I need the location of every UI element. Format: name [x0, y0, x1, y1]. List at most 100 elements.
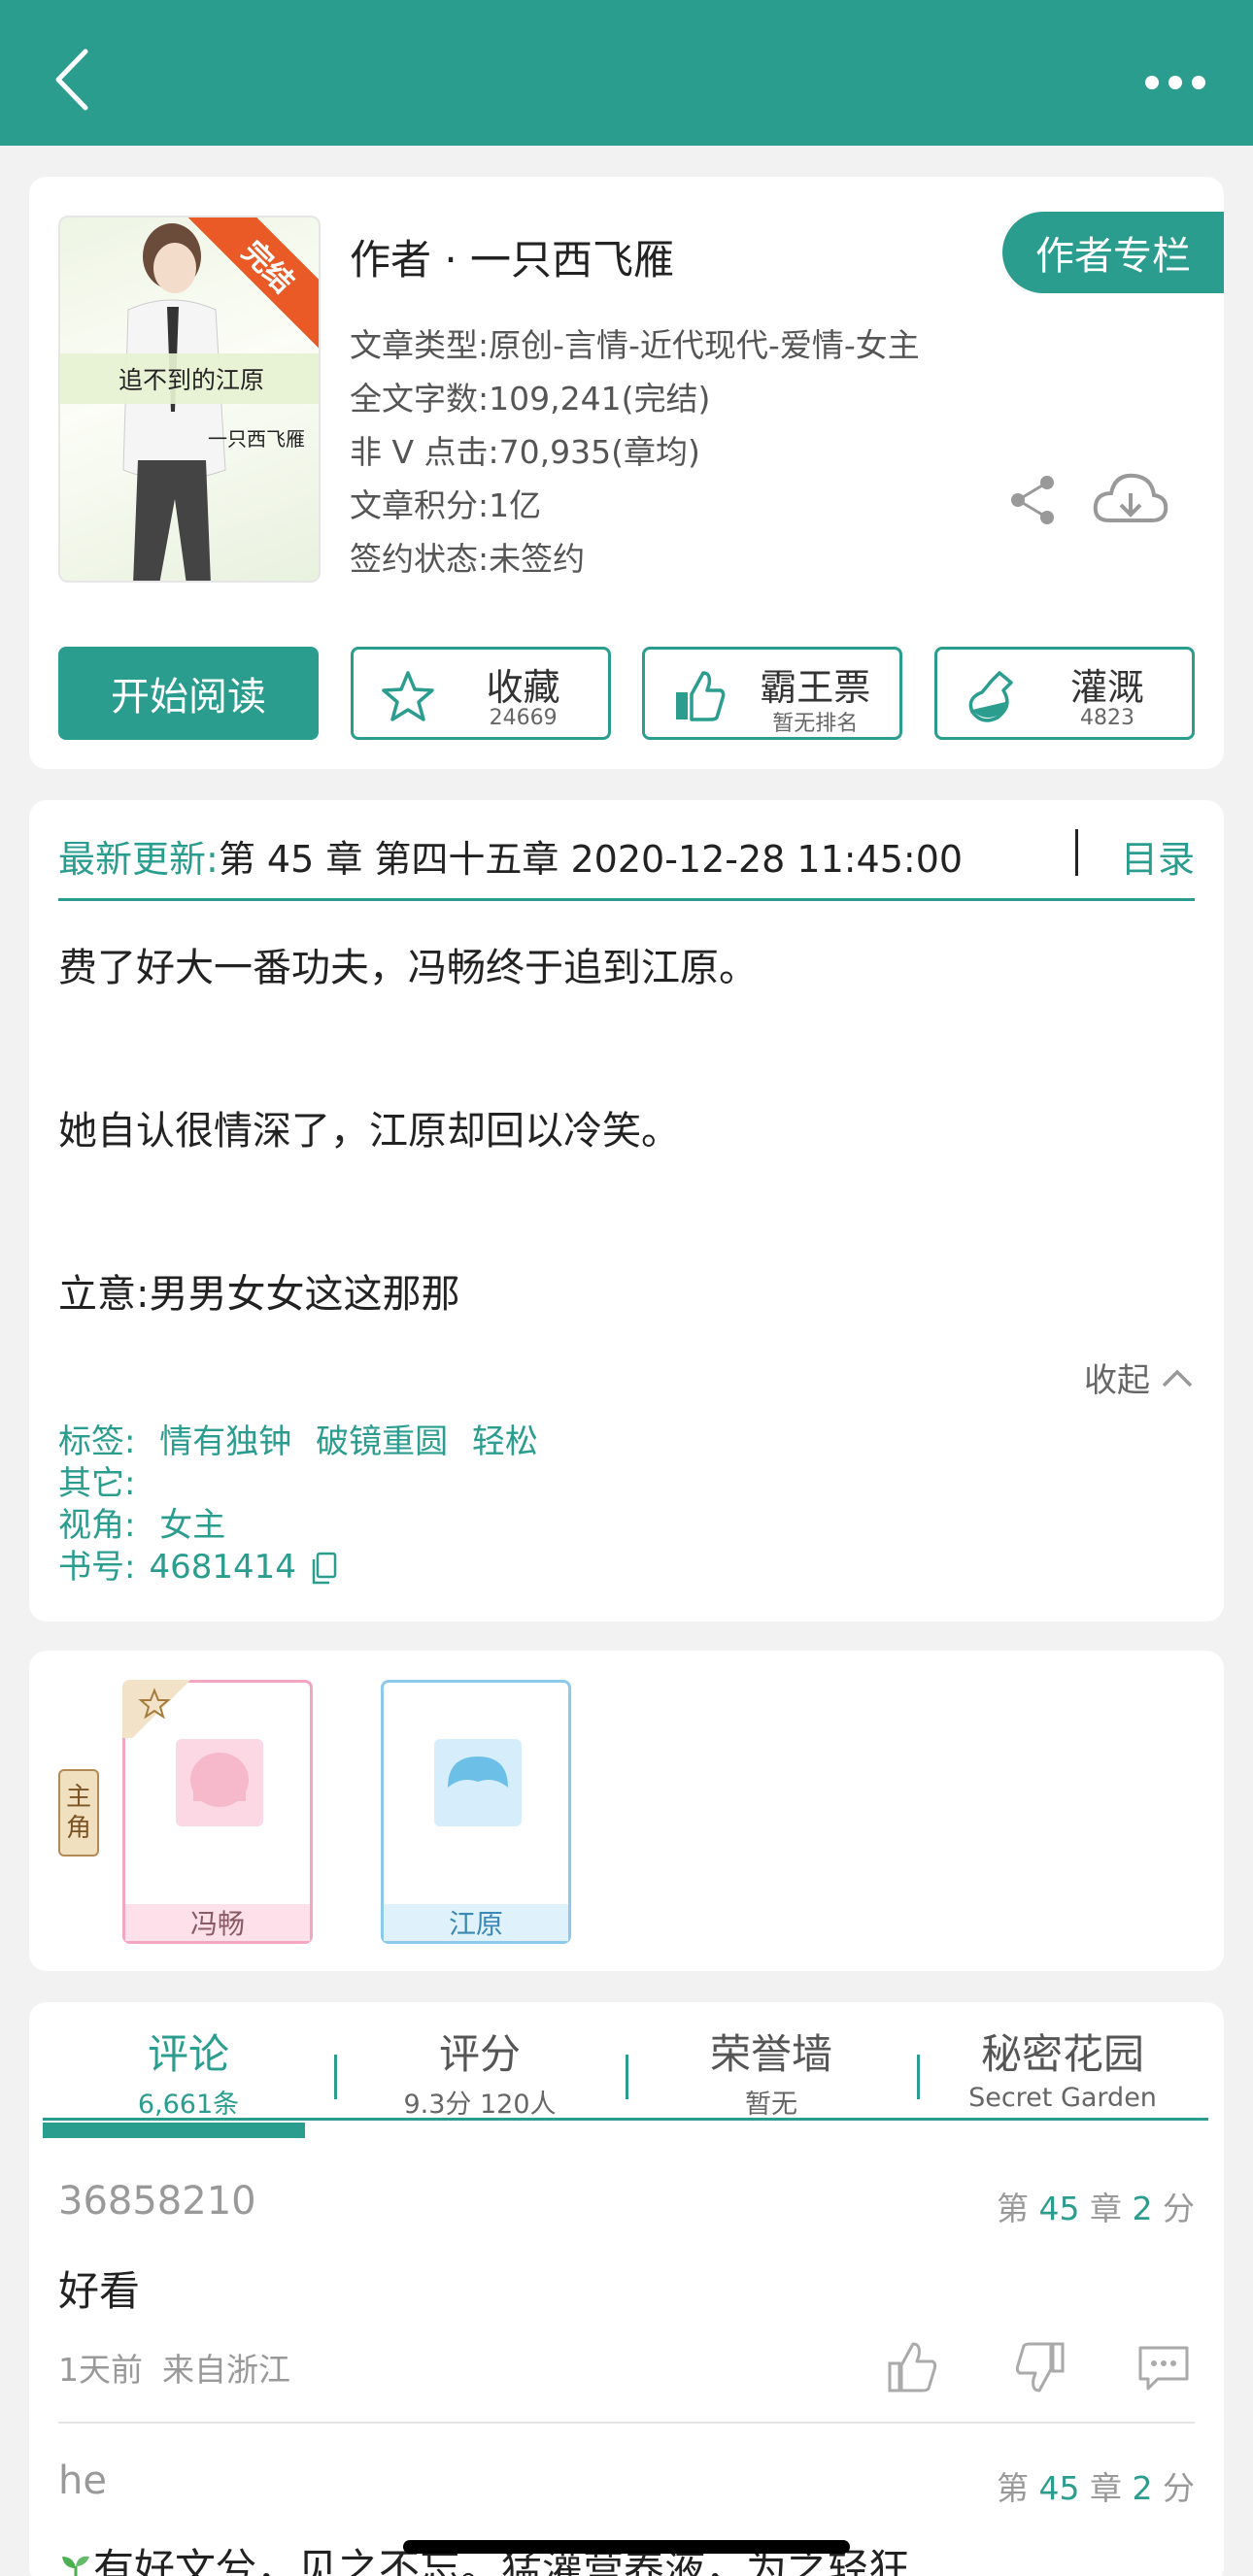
tab-title: 评论: [147, 2030, 229, 2078]
tags-row: 标签: 情有独钟 破镜重圆 轻松: [58, 1422, 538, 1463]
summary-card: 最新更新: 第 45 章 第四十五章 2020-12-28 11:45:00 目…: [29, 800, 1224, 1622]
meta-contract: 签约状态:未签约: [350, 540, 586, 578]
chapter-mid: 章: [1079, 2469, 1133, 2507]
comment-info: 1天前 来自浙江: [58, 2344, 290, 2391]
pov-label: 视角:: [58, 1506, 136, 1545]
book-info-card: 追不到的江原 一只西飞雁 完结 作者 · 一只西飞雁 作者专栏 文章类型:原创-…: [29, 177, 1224, 769]
meta-wordcount: 全文字数:109,241(完结): [350, 380, 711, 418]
tags-label: 标签:: [58, 1422, 136, 1461]
tab-rating[interactable]: 评分 9.3分 120人: [334, 2016, 626, 2120]
male-avatar-icon: [448, 1756, 508, 1788]
tag-item[interactable]: 破镜重圆: [316, 1422, 448, 1461]
author-line[interactable]: 作者 · 一只西飞雁: [350, 227, 674, 286]
latest-update-label: 最新更新:: [58, 838, 219, 881]
book-id-row: 书号: 4681414: [58, 1547, 538, 1589]
pov-value: 女主: [159, 1506, 226, 1545]
summary-theme: 立意:男男女女这这那那: [58, 1272, 460, 1317]
tab-title: 评分: [438, 2030, 521, 2078]
summary-paragraph: 她自认很情深了，江原却回以冷笑。: [58, 1109, 680, 1154]
book-id-value: 4681414: [149, 1548, 296, 1587]
score-suffix: 分: [1152, 2469, 1195, 2507]
vote-rank: 暂无排名: [772, 712, 859, 736]
summary-paragraph: 费了好大一番功夫，冯畅终于追到江原。: [58, 946, 758, 990]
pov-row: 视角: 女主: [58, 1505, 538, 1547]
book-cover[interactable]: 追不到的江原 一只西飞雁 完结: [58, 216, 321, 583]
main-role-tag: 主 角: [58, 1769, 99, 1857]
tag-item[interactable]: 情有独钟: [159, 1422, 291, 1461]
avatar: [176, 1739, 263, 1826]
tab-comments[interactable]: 评论 6,661条: [43, 2016, 334, 2120]
comment-user[interactable]: he: [58, 2459, 107, 2503]
meta-clicks: 非 V 点击:70,935(章均): [350, 433, 700, 471]
star-icon: [381, 671, 434, 721]
copy-icon[interactable]: [310, 1552, 339, 1585]
active-tab-indicator: [43, 2123, 305, 2138]
home-indicator[interactable]: [403, 2540, 850, 2554]
comment-score: 2: [1132, 2190, 1153, 2227]
thumbs-up-icon: [676, 671, 726, 721]
collapse-button[interactable]: 收起: [1084, 1354, 1195, 1401]
cover-author: 一只西飞雁: [208, 427, 305, 451]
female-avatar-icon: [190, 1753, 249, 1807]
watering-flask-icon: [968, 671, 1013, 722]
more-icon[interactable]: [1136, 68, 1214, 97]
water-count: 4823: [1079, 706, 1134, 730]
meta-type: 文章类型:原创-言情-近代现代-爱情-女主: [350, 326, 920, 364]
share-icon[interactable]: [1006, 473, 1061, 527]
chapter-number: 45: [1038, 2190, 1080, 2227]
download-cloud-icon[interactable]: [1092, 468, 1169, 530]
comment-text: 好看: [58, 2267, 141, 2315]
top-bar: [0, 0, 1253, 146]
water-button[interactable]: 灌溉 4823: [933, 647, 1195, 740]
tag-block: 标签: 情有独钟 破镜重圆 轻松 其它: 视角: 女主 书号: 4681414: [58, 1422, 538, 1589]
sprout-icon: [62, 2556, 89, 2576]
back-icon[interactable]: [49, 44, 107, 117]
tab-bar: 评论 6,661条 评分 9.3分 120人 荣誉墙 暂无 秘密花园 Secre…: [43, 2016, 1208, 2121]
meta-score: 文章积分:1亿: [350, 486, 542, 524]
vote-label: 霸王票: [760, 666, 871, 709]
cover-title: 追不到的江原: [60, 353, 319, 404]
latest-update[interactable]: 最新更新: 第 45 章 第四十五章 2020-12-28 11:45:00 目…: [58, 829, 1195, 901]
tab-sub: 6,661条: [137, 2090, 240, 2120]
dislike-icon[interactable]: [1010, 2338, 1068, 2396]
reply-icon[interactable]: [1134, 2338, 1193, 2396]
role-tag-char: 角: [65, 1814, 91, 1843]
comment-divider: [58, 2422, 1195, 2424]
chapter-mid: 章: [1079, 2190, 1133, 2227]
chapter-prefix: 第: [997, 2469, 1039, 2507]
comment-user[interactable]: 36858210: [58, 2179, 256, 2224]
water-label: 灌溉: [1069, 666, 1144, 709]
latest-update-text: 第 45 章 第四十五章 2020-12-28 11:45:00: [218, 838, 964, 881]
score-suffix: 分: [1152, 2190, 1195, 2227]
tab-secret-garden[interactable]: 秘密花园 Secret Garden: [917, 2016, 1208, 2117]
vote-button[interactable]: 霸王票 暂无排名: [642, 647, 903, 740]
like-icon[interactable]: [884, 2338, 942, 2396]
role-name: 江原: [384, 1904, 568, 1941]
start-reading-button[interactable]: 开始阅读: [58, 647, 319, 740]
tab-title: 荣誉墙: [709, 2030, 832, 2078]
role-star-badge: [122, 1680, 200, 1738]
author-column-button[interactable]: 作者专栏: [1002, 212, 1224, 293]
book-id-label: 书号:: [58, 1548, 136, 1587]
favorite-count: 24669: [489, 706, 558, 730]
role-card[interactable]: 冯畅: [122, 1680, 313, 1944]
role-name: 冯畅: [125, 1904, 310, 1941]
avatar: [434, 1739, 522, 1826]
roles-card: 主 角 冯畅 江原: [29, 1651, 1224, 1971]
comment-chapter: 第 45 章 2 分: [997, 2462, 1195, 2509]
tag-item[interactable]: 轻松: [472, 1422, 538, 1461]
chapter-prefix: 第: [997, 2190, 1039, 2227]
favorite-button[interactable]: 收藏 24669: [350, 647, 611, 740]
comment-chapter: 第 45 章 2 分: [997, 2183, 1195, 2229]
toc-link[interactable]: 目录: [1121, 829, 1195, 883]
comments-card: 评论 6,661条 评分 9.3分 120人 荣誉墙 暂无 秘密花园 Secre…: [29, 2002, 1224, 2576]
star-icon: [138, 1688, 171, 1720]
tab-title: 秘密花园: [980, 2030, 1144, 2078]
other-label: 其它:: [58, 1464, 136, 1503]
comment-time: 1天前: [58, 2351, 143, 2389]
chevron-up-icon: [1162, 1369, 1193, 1387]
tab-sub: 暂无: [745, 2090, 797, 2120]
role-card[interactable]: 江原: [381, 1680, 571, 1944]
chapter-number: 45: [1038, 2469, 1080, 2507]
tab-honor-wall[interactable]: 荣誉墙 暂无: [626, 2016, 917, 2120]
